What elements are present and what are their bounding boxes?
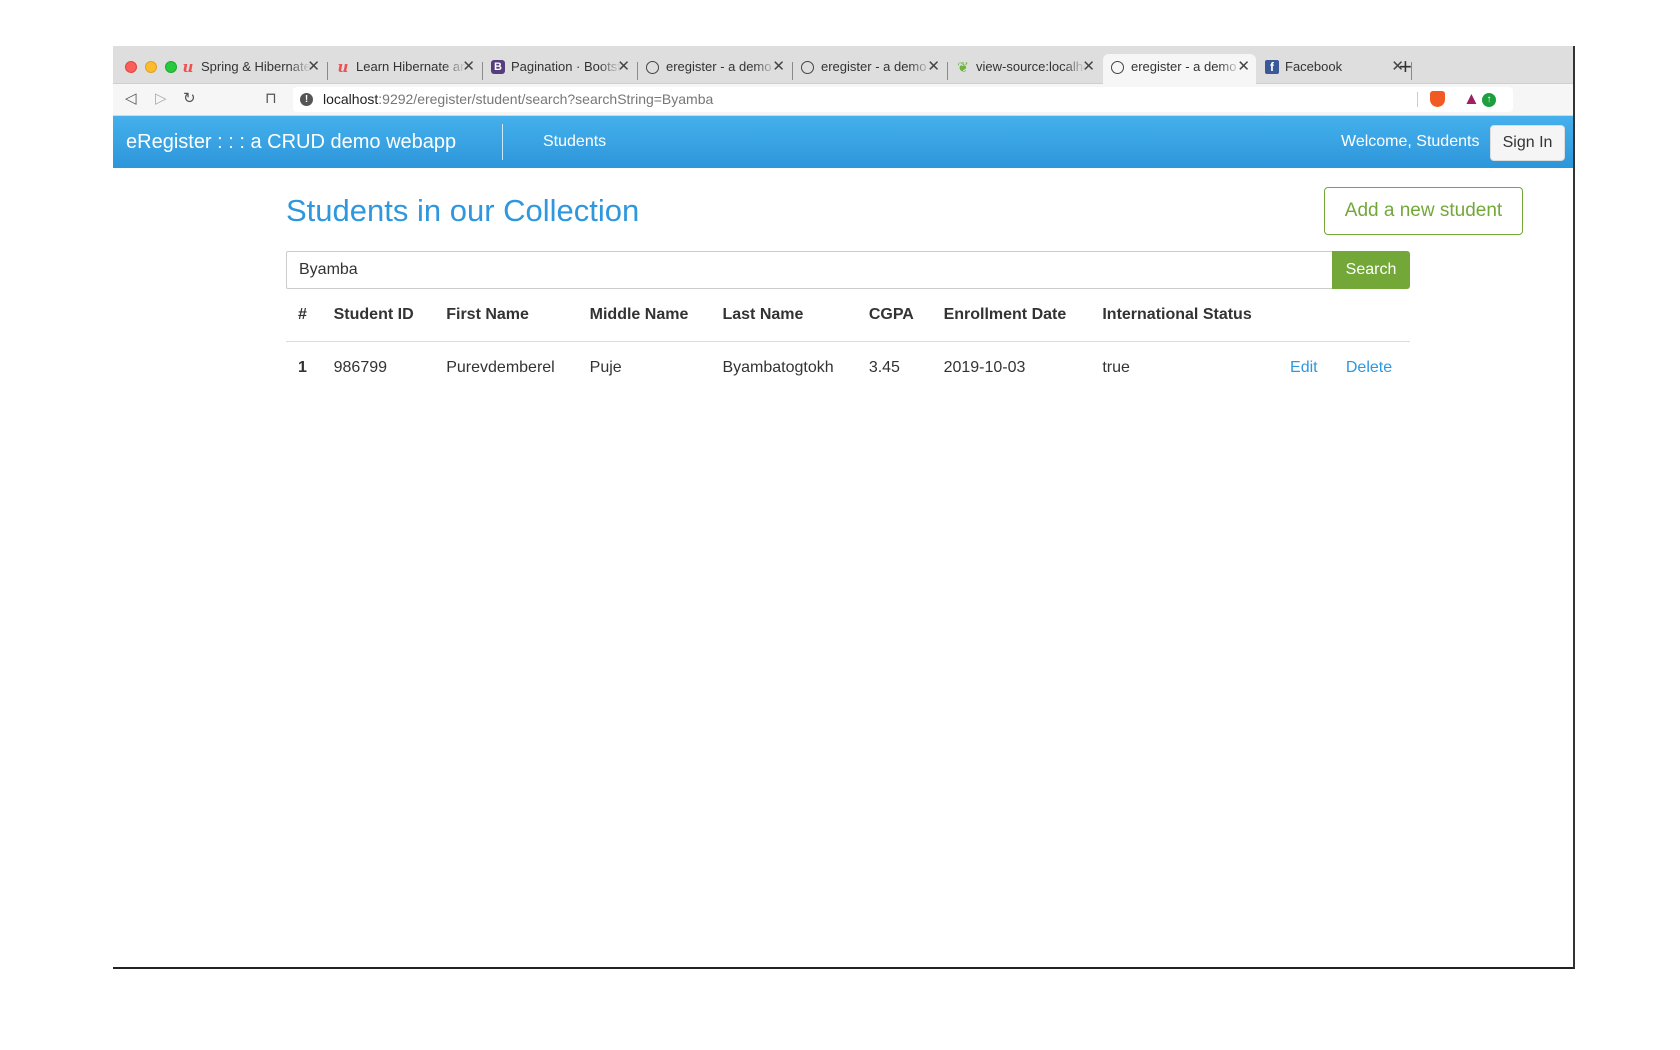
browser-tab[interactable]: eregister - a demo ✕ bbox=[793, 54, 946, 84]
udemy-icon: u bbox=[182, 58, 194, 76]
browser-tab[interactable]: u Learn Hibernate and ✕ bbox=[328, 54, 481, 84]
international-status-cell: true bbox=[1102, 358, 1130, 376]
spring-leaf-icon: ❦ bbox=[957, 59, 969, 75]
minimize-window-button[interactable] bbox=[145, 61, 157, 73]
enrollment-date-cell: 2019-10-03 bbox=[943, 358, 1026, 376]
search-button[interactable]: Search bbox=[1332, 251, 1410, 289]
tab-title: view-source:localhost bbox=[976, 59, 1086, 74]
delete-link[interactable]: Delete bbox=[1346, 359, 1392, 376]
close-tab-icon[interactable]: ✕ bbox=[617, 54, 630, 80]
column-header: Student ID bbox=[321, 289, 435, 342]
url-text[interactable]: localhost:9292/eregister/student/search?… bbox=[323, 87, 713, 112]
search-input[interactable] bbox=[286, 251, 1332, 289]
site-info-icon[interactable]: ! bbox=[300, 93, 313, 106]
table-row: 1 986799 Purevdemberel Puje Byambatogtok… bbox=[286, 342, 1410, 394]
nav-link-students[interactable]: Students bbox=[543, 116, 606, 168]
globe-icon bbox=[801, 61, 814, 74]
browser-tab[interactable]: B Pagination · Bootstrap ✕ bbox=[483, 54, 636, 84]
tab-strip: u Spring & Hibernate ✕ u Learn Hibernate… bbox=[113, 46, 1573, 84]
divider bbox=[502, 124, 503, 160]
column-header: Middle Name bbox=[577, 289, 711, 342]
close-tab-icon[interactable]: ✕ bbox=[927, 54, 940, 80]
browser-window: u Spring & Hibernate ✕ u Learn Hibernate… bbox=[113, 46, 1575, 969]
tab-title: Spring & Hibernate bbox=[201, 59, 311, 74]
browser-tab[interactable]: eregister - a demo ✕ bbox=[638, 54, 791, 84]
edit-link[interactable]: Edit bbox=[1290, 359, 1318, 376]
bootstrap-icon: B bbox=[491, 60, 505, 74]
address-bar[interactable]: ! localhost:9292/eregister/student/searc… bbox=[293, 87, 1513, 112]
last-name-cell: Byambatogtokh bbox=[722, 358, 834, 376]
students-table: # Student ID First Name Middle Name Last… bbox=[286, 289, 1410, 393]
new-tab-button[interactable]: + bbox=[1399, 54, 1412, 80]
column-header: # bbox=[286, 289, 322, 342]
divider bbox=[1417, 92, 1418, 107]
bookmark-icon[interactable]: ⊓ bbox=[265, 89, 277, 109]
add-student-button[interactable]: Add a new student bbox=[1324, 187, 1523, 235]
brave-rewards-icon[interactable]: ▲ bbox=[1463, 90, 1480, 108]
cgpa-cell: 3.45 bbox=[868, 358, 900, 376]
close-tab-icon[interactable]: ✕ bbox=[772, 54, 785, 80]
column-header: First Name bbox=[434, 289, 578, 342]
close-tab-icon[interactable]: ✕ bbox=[1082, 54, 1095, 80]
browser-tab[interactable]: ❦ view-source:localhost ✕ bbox=[948, 54, 1101, 84]
tab-title: eregister - a demo bbox=[821, 59, 927, 74]
forward-icon[interactable]: ▷ bbox=[155, 89, 167, 109]
student-id-cell: 986799 bbox=[333, 358, 388, 376]
column-header: CGPA bbox=[856, 289, 932, 342]
column-header: International Status bbox=[1090, 289, 1279, 342]
sign-in-button[interactable]: Sign In bbox=[1490, 125, 1565, 161]
first-name-cell: Purevdemberel bbox=[446, 358, 555, 376]
column-header: Enrollment Date bbox=[931, 289, 1091, 342]
close-window-button[interactable] bbox=[125, 61, 137, 73]
reload-icon[interactable]: ↻ bbox=[183, 89, 196, 109]
globe-icon bbox=[646, 61, 659, 74]
browser-tab-active[interactable]: eregister - a demo ✕ bbox=[1103, 54, 1256, 84]
browser-tab[interactable]: f Facebook ✕ bbox=[1257, 54, 1410, 84]
page-title: Students in our Collection bbox=[286, 193, 640, 228]
tab-title: eregister - a demo bbox=[666, 59, 772, 74]
browser-toolbar: ◁ ▷ ↻ ⊓ ! localhost:9292/eregister/stude… bbox=[113, 84, 1573, 116]
app-navbar: eRegister : : : a CRUD demo webapp Stude… bbox=[113, 116, 1573, 168]
column-header: Last Name bbox=[710, 289, 857, 342]
brand-link[interactable]: eRegister : : : a CRUD demo webapp bbox=[126, 116, 456, 168]
welcome-text: Welcome, Students bbox=[1341, 133, 1480, 150]
back-icon[interactable]: ◁ bbox=[125, 89, 137, 109]
column-header-actions bbox=[1278, 289, 1334, 342]
table-header-row: # Student ID First Name Middle Name Last… bbox=[286, 289, 1410, 342]
column-header-actions bbox=[1333, 289, 1410, 342]
browser-tab[interactable]: u Spring & Hibernate ✕ bbox=[173, 54, 326, 84]
tab-title: Facebook bbox=[1285, 59, 1343, 74]
close-tab-icon[interactable]: ✕ bbox=[307, 54, 320, 80]
udemy-icon: u bbox=[337, 58, 349, 76]
tab-title: Pagination · Bootstrap bbox=[511, 59, 621, 74]
row-number: 1 bbox=[298, 358, 307, 376]
globe-icon bbox=[1111, 61, 1124, 74]
tab-title: Learn Hibernate and bbox=[356, 59, 466, 74]
facebook-icon: f bbox=[1265, 60, 1279, 74]
close-tab-icon[interactable]: ✕ bbox=[462, 54, 475, 80]
update-icon[interactable]: ↑ bbox=[1482, 93, 1496, 107]
middle-name-cell: Puje bbox=[589, 358, 622, 376]
close-tab-icon[interactable]: ✕ bbox=[1237, 54, 1250, 80]
tab-title: eregister - a demo bbox=[1131, 59, 1237, 74]
brave-shield-icon[interactable] bbox=[1430, 91, 1445, 107]
